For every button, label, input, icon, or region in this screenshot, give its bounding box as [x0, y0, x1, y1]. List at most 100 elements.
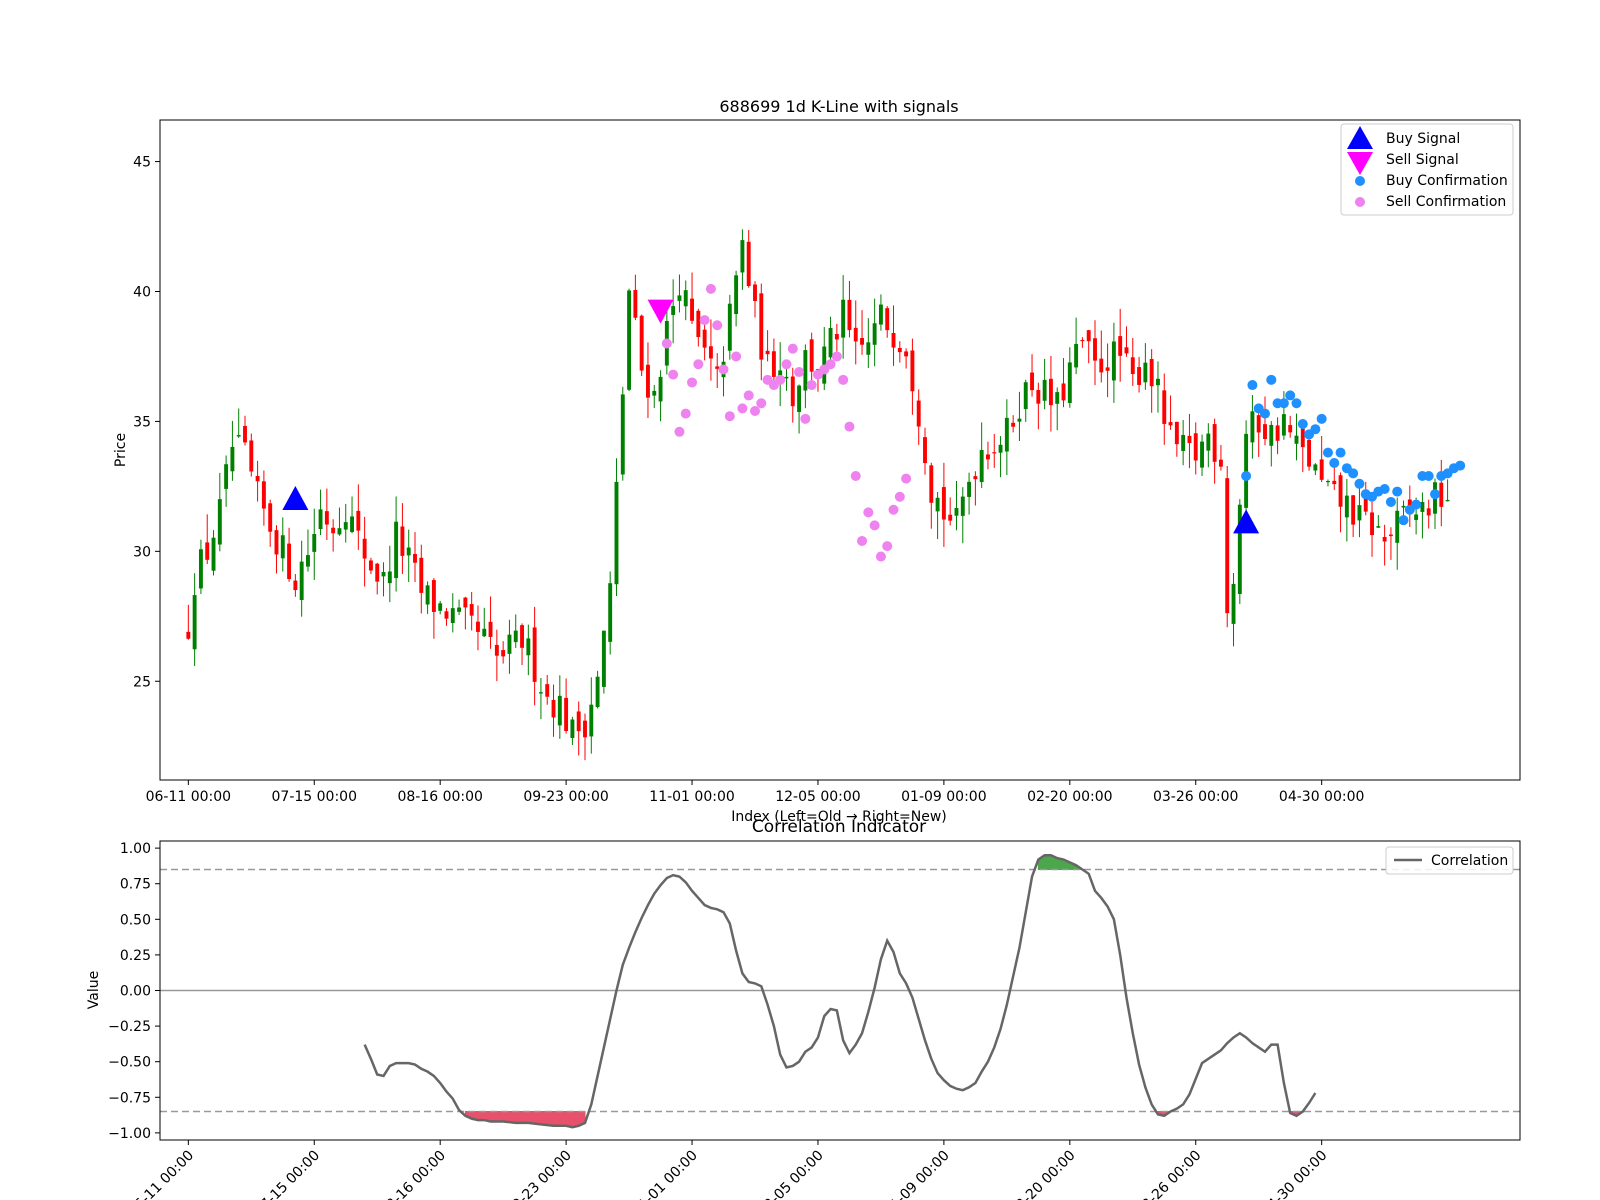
candle-body: [1074, 343, 1079, 368]
sell-confirmation-point: [794, 367, 805, 378]
candle-body: [249, 440, 254, 472]
legend-buy-confirmation: Buy Confirmation: [1386, 173, 1508, 189]
candle-body: [853, 327, 858, 342]
candle-body: [1130, 357, 1135, 375]
candle-body: [438, 603, 443, 611]
candle-body: [1244, 433, 1249, 508]
candle-body: [1193, 433, 1198, 461]
sell-confirmation-point: [687, 377, 698, 388]
candle-body: [923, 437, 927, 464]
candle-body: [967, 481, 972, 497]
price-chart-title: 688699 1d K-Line with signals: [719, 97, 958, 116]
candle-body: [513, 630, 518, 643]
correlation-x-tick-label: 08-16 00:00: [377, 1148, 449, 1200]
candle-body: [387, 571, 392, 584]
legend-correlation: Correlation: [1431, 853, 1508, 869]
candle-body: [337, 528, 342, 535]
candle-body: [1332, 480, 1337, 485]
candle-body: [1288, 425, 1293, 433]
candle-body: [683, 290, 688, 307]
candle-body: [1162, 390, 1167, 424]
correlation-y-tick-label: 0.50: [120, 912, 151, 928]
sell-confirmation-point: [668, 369, 679, 380]
correlation-x-tick-label: 01-09 00:00: [881, 1148, 953, 1200]
correlation-y-tick-label: 0.75: [120, 877, 151, 893]
candle-body: [652, 390, 657, 396]
candle-body: [696, 310, 701, 338]
candle-body: [551, 699, 556, 718]
candle-body: [1237, 504, 1242, 594]
buy-signal-marker: [1233, 509, 1260, 534]
candle-body: [1181, 434, 1186, 451]
candle-body: [595, 676, 600, 708]
candle-body: [192, 595, 197, 650]
signal-markers: [282, 299, 1260, 534]
candle-body: [293, 580, 298, 591]
price-x-tick-label: 03-26 00:00: [1153, 789, 1238, 805]
candle-body: [1256, 415, 1261, 433]
sell-confirmation-point: [888, 504, 899, 515]
candle-body: [1420, 502, 1425, 512]
candle-body: [1263, 424, 1267, 440]
buy-confirmation-point: [1285, 390, 1296, 401]
candle-body: [1388, 534, 1393, 537]
candle-body: [501, 650, 506, 657]
candle-body: [620, 394, 625, 475]
buy-confirmation-point: [1455, 460, 1466, 471]
candle-body: [576, 711, 581, 732]
candle-body: [494, 644, 499, 656]
candle-body: [1401, 505, 1406, 508]
candle-body: [841, 299, 846, 338]
candle-body: [746, 241, 751, 287]
sell-confirmation-point: [781, 359, 792, 370]
buy-confirmation-legend-icon: [1355, 176, 1365, 186]
candle-body: [790, 376, 795, 407]
candle-body: [784, 376, 789, 379]
candle-body: [910, 350, 915, 392]
candle-body: [1344, 495, 1349, 518]
candle-body: [834, 334, 839, 340]
buy-confirmation-point: [1385, 496, 1396, 507]
candle-body: [1351, 495, 1356, 525]
candle-body: [1414, 514, 1419, 520]
candle-body: [1042, 379, 1047, 401]
candle-body: [413, 553, 417, 563]
candle-body: [639, 315, 644, 371]
candle-body: [601, 630, 606, 687]
candle-body: [324, 511, 329, 525]
candle-body: [1395, 510, 1400, 543]
buy-confirmation-point: [1335, 447, 1346, 458]
sell-confirmation-point: [680, 408, 691, 419]
buy-confirmation-point: [1260, 408, 1270, 419]
sell-confirmation-point: [731, 351, 742, 362]
price-x-tick-label: 02-20 00:00: [1027, 789, 1112, 805]
price-x-tick-label: 01-09 00:00: [901, 789, 986, 805]
candle-body: [1061, 383, 1066, 401]
candle-body: [998, 444, 1003, 453]
price-x-axis: 06-11 00:00 07-15 00:00 08-16 00:00 09-23 0…: [146, 780, 1364, 805]
buy-confirmation-point: [1354, 478, 1365, 489]
candle-body: [1156, 378, 1160, 386]
candle-body: [1212, 424, 1217, 462]
candle-body: [1281, 414, 1286, 436]
candle-body: [1149, 359, 1154, 387]
correlation-x-tick-label: 04-30 00:00: [1259, 1148, 1331, 1200]
sell-confirmation-point: [863, 507, 874, 518]
candle-body: [507, 634, 512, 654]
buy-confirmation-point: [1310, 424, 1321, 435]
candlestick-series: [186, 229, 1450, 761]
correlation-y-tick-label: −0.25: [108, 1019, 151, 1035]
buy-signal-marker: [282, 485, 309, 510]
candle-body: [476, 621, 480, 632]
candle-body: [312, 534, 317, 552]
candle-body: [891, 332, 896, 348]
candle-body: [1319, 459, 1324, 480]
candle-body: [1023, 382, 1028, 410]
candle-body: [520, 625, 524, 648]
candle-body: [1307, 439, 1312, 467]
candle-body: [217, 499, 222, 545]
sell-signal-marker: [647, 299, 674, 324]
correlation-reference-lines: [160, 868, 1520, 1113]
candle-body: [1382, 537, 1387, 542]
sell-confirmation-point: [718, 364, 729, 375]
